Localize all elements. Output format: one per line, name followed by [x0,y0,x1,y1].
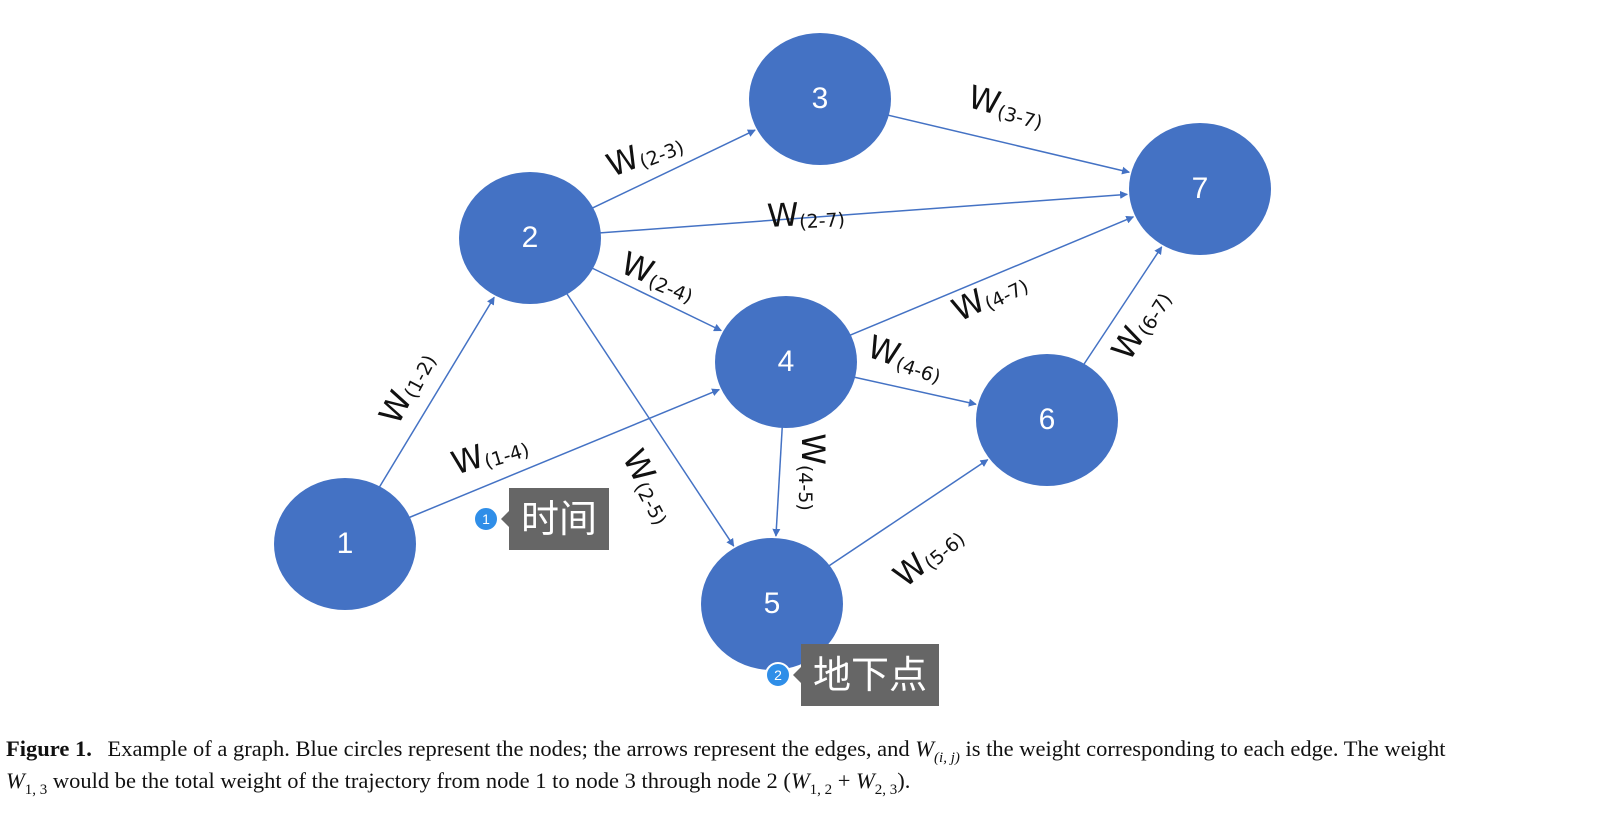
edge-weight-label-4-7: W(4-7) [946,261,1032,329]
edge-weight-subscript: (6-7) [1134,289,1177,340]
node-label: 1 [337,527,354,560]
graph-node-1: 1 [274,478,416,610]
edge-weight-symbol: W [615,443,663,489]
edge-weight-label-6-7: W(6-7) [1104,281,1177,367]
figure-stage: W(1-2) W(1-4) W(2-3) W(2-7) W(2-4) W(2-5) W(3-… [0,0,1618,818]
caption-text-4: ). [897,768,911,793]
edge-weight-subscript: (4-5) [795,465,817,511]
graph-node-2: 2 [459,172,601,304]
figure-caption: Figure 1. Example of a graph. Blue circl… [6,733,1612,798]
edge-weight-label-3-7: W(3-7) [964,78,1049,135]
edge-weight-subscript: (2-7) [799,208,846,232]
annotation-marker-2[interactable]: 2 地下点 [765,644,940,706]
weight-symbol: W [6,768,25,793]
caption-text-1: Example of a graph. Blue circles represe… [107,736,910,761]
weight-symbol: W [790,768,810,793]
annotation-number-badge[interactable]: 1 [473,506,499,532]
node-label: 6 [1039,403,1056,436]
node-label: 7 [1192,172,1209,205]
weight-symbol: W [856,768,875,793]
edge-weight-label-2-7: W(2-7) [766,193,845,235]
graph-node-3: 3 [749,33,891,165]
annotation-number-badge[interactable]: 2 [765,662,791,688]
edge-arrow-2-7 [596,190,1129,234]
node-label: 3 [812,82,829,115]
edge-weight-subscript: (5-6) [920,528,969,574]
edge-weight-subscript: (2-5) [630,478,671,529]
edge-weight-label-1-4: W(1-4) [447,424,532,483]
graph-node-6: 6 [976,354,1118,486]
edge-weight-label-4-6: W(4-6) [863,328,949,389]
annotation-text-box: 时间 [500,488,610,550]
edge-weight-label-2-3: W(2-3) [601,122,687,185]
edge-arrow-4-6 [850,375,977,407]
node-label: 2 [522,221,539,254]
annotation-text-box: 地下点 [792,644,940,706]
edge-weight-symbol: W [794,433,832,465]
figure-label: Figure 1. [6,736,92,761]
edge-weight-subscript: (4-7) [981,275,1032,315]
graph-node-4: 4 [715,296,857,428]
edge-weight-subscript: (2-3) [636,136,687,173]
edge-weight-subscript: (2-4) [645,270,696,308]
graph-diagram: W(1-2)W(1-4)W(2-3)W(2-7)W(2-4)W(2-5)W(3-… [274,33,1271,670]
edge-weight-symbol: W [946,281,991,329]
weight-symbol: W [915,736,935,761]
caption-text-2: is the weight corresponding to each edge… [965,736,1446,761]
edge-weight-symbol: W [766,195,800,235]
edge-arrow-4-5 [772,423,784,537]
edge-weight-label-4-5: W(4-5) [794,433,832,511]
edge-weight-label-5-6: W(5-6) [886,516,970,595]
edge-weight-label-1-2: W(1-2) [371,344,441,430]
graph-node-7: 7 [1129,123,1271,255]
edge-weight-symbol: W [601,138,644,185]
edge-weight-subscript: (4-6) [893,352,944,388]
plus-sign: + [837,768,851,793]
edge-weight-subscript: (1-4) [482,438,532,472]
node-label: 4 [778,345,795,378]
edge-weight-symbol: W [447,437,488,483]
weight-subscript: 2, 3 [874,782,898,798]
weight-subscript: (i, j) [934,750,960,766]
annotation-marker-1[interactable]: 1 时间 [473,488,610,550]
edge-weight-subscript: (3-7) [995,101,1045,134]
edge-arrow-4-7 [846,215,1135,338]
caption-text-3: would be the total weight of the traject… [52,768,791,793]
node-label: 5 [764,587,781,620]
weight-subscript: 1, 3 [24,782,48,798]
weight-subscript: 1, 2 [809,782,833,798]
edge-weight-label-2-4: W(2-4) [616,244,702,308]
